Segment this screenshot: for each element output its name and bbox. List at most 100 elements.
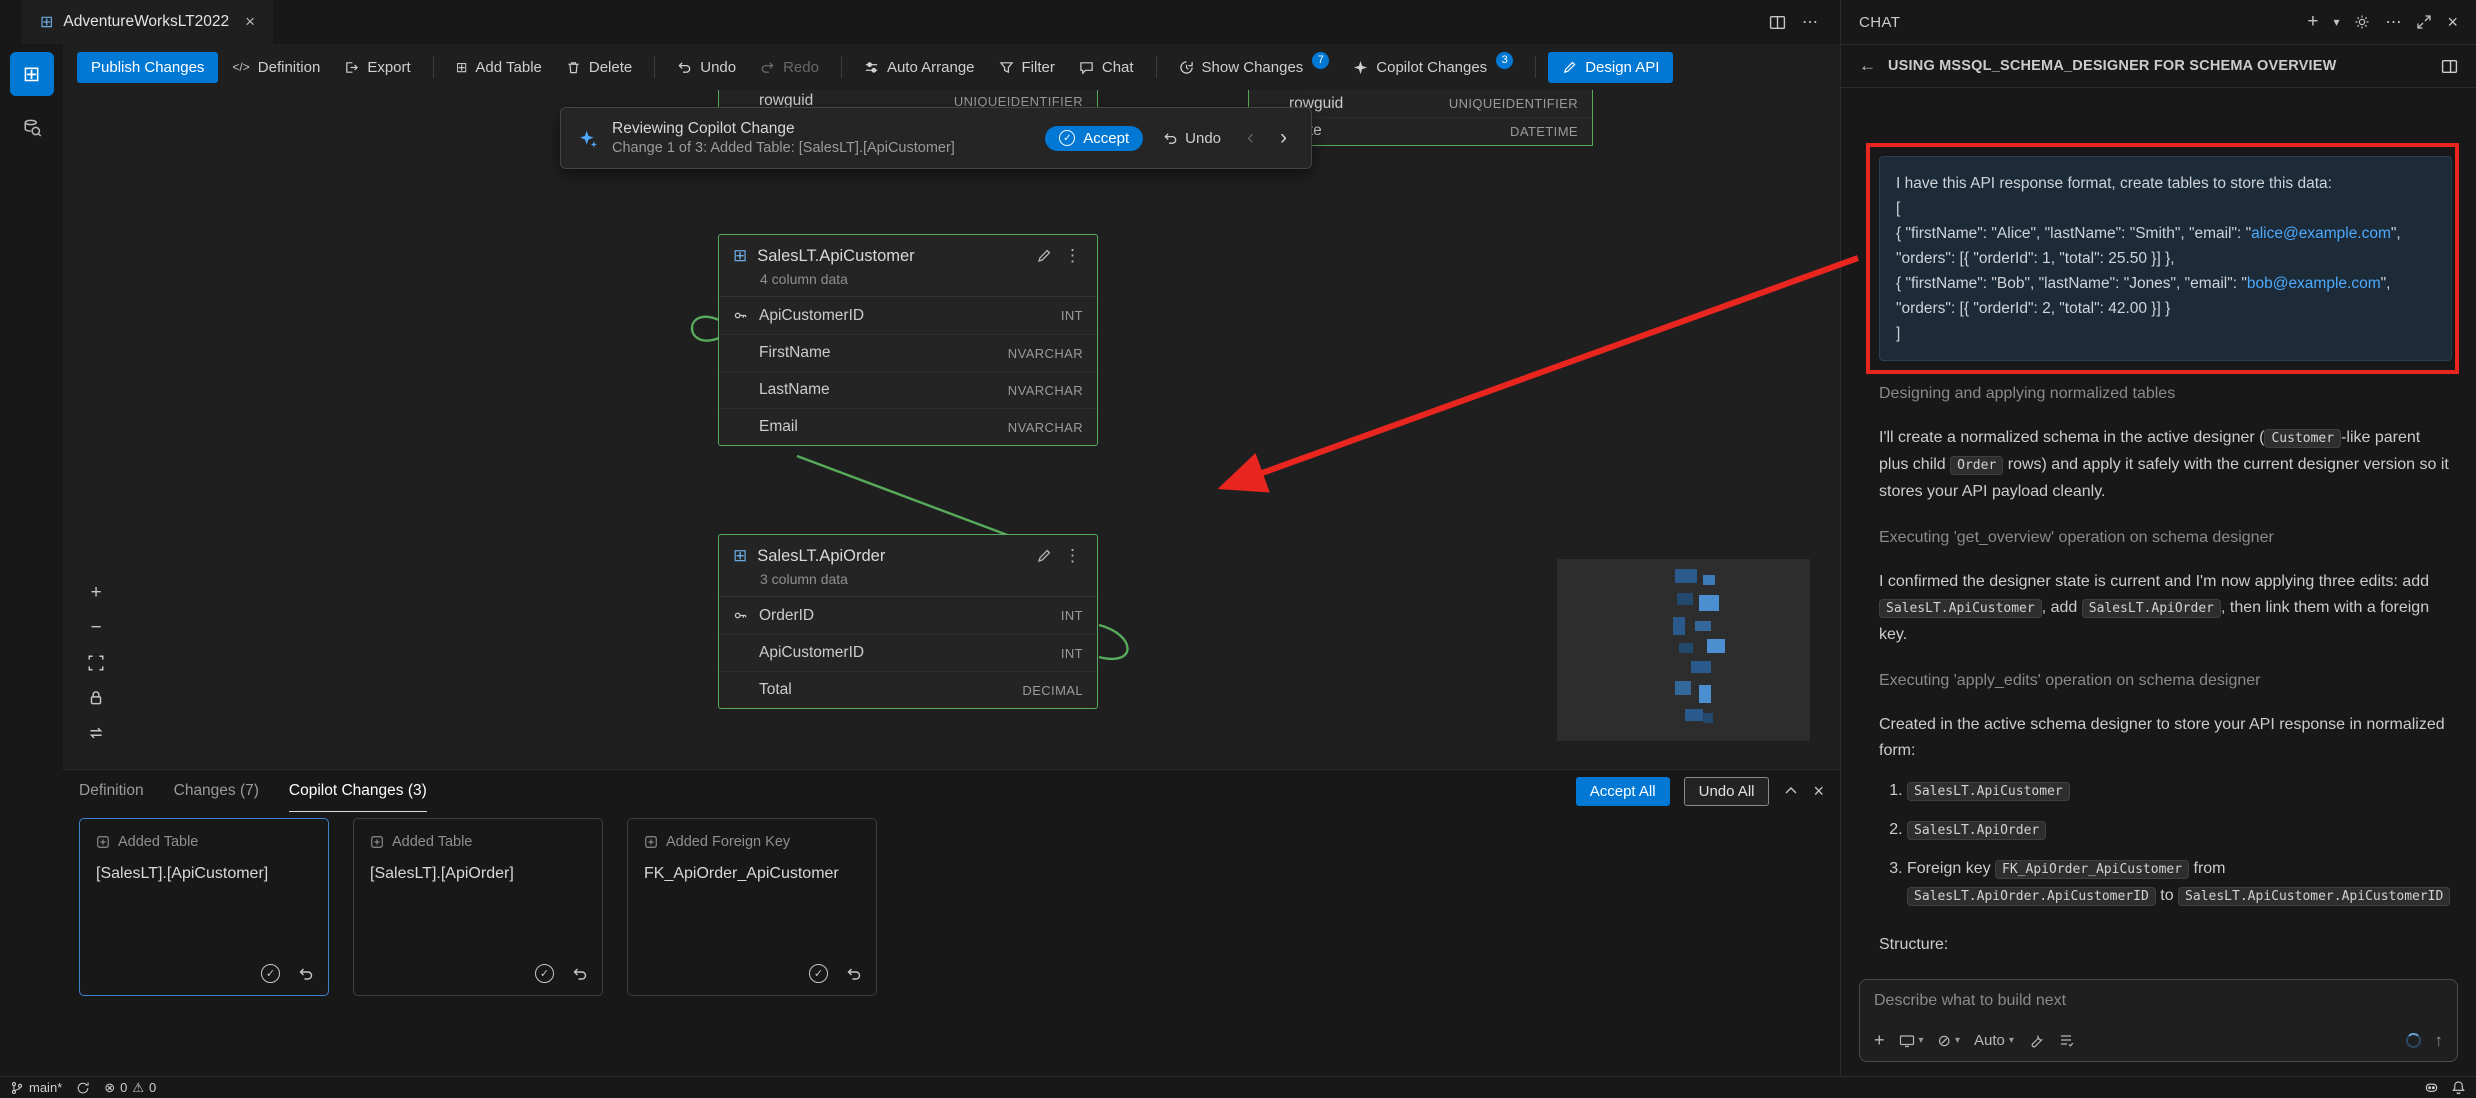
- problems-indicator[interactable]: ⊗ 0 ⚠ 0: [104, 1080, 156, 1096]
- table-row[interactable]: Total DECIMAL: [719, 671, 1097, 708]
- tab-definition[interactable]: Definition: [79, 770, 144, 812]
- user-message: I have this API response format, create …: [1879, 156, 2452, 361]
- send-icon[interactable]: ↑: [2435, 1031, 2444, 1051]
- table-card-apiorder[interactable]: ⊞ SalesLT.ApiOrder ⋮ 3 column data: [718, 534, 1098, 709]
- copilot-change-card[interactable]: Added Table [SalesLT].[ApiOrder] ✓: [353, 818, 603, 996]
- schema-designer-icon[interactable]: ⊞: [10, 52, 54, 96]
- filter-button[interactable]: Filter: [989, 53, 1065, 82]
- edit-table-icon[interactable]: [1036, 248, 1052, 264]
- designer-file-icon: ⊞: [40, 12, 53, 32]
- table-row[interactable]: FirstName NVARCHAR: [719, 334, 1097, 371]
- table-subtitle: 4 column data: [760, 271, 1083, 287]
- message-line: { "firstName": "Alice", "lastName": "Smi…: [1896, 221, 2435, 271]
- copilot-changes-button[interactable]: Copilot Changes 3: [1343, 53, 1523, 82]
- chat-transcript[interactable]: I have this API response format, create …: [1841, 88, 2476, 969]
- zoom-in-icon[interactable]: +: [85, 582, 107, 604]
- redo-button[interactable]: Redo: [750, 53, 829, 82]
- accept-button[interactable]: ✓ Accept: [1045, 126, 1143, 151]
- tools-icon[interactable]: [2028, 1033, 2044, 1049]
- errors-icon: ⊗: [104, 1080, 115, 1096]
- added-icon: [370, 835, 384, 849]
- minimap[interactable]: [1557, 559, 1810, 741]
- instructions-icon[interactable]: [2058, 1033, 2074, 1049]
- check-icon: ✓: [1059, 130, 1075, 146]
- show-changes-button[interactable]: Show Changes 7: [1169, 53, 1340, 82]
- delete-button[interactable]: Delete: [556, 53, 642, 82]
- export-icon: [344, 60, 359, 75]
- model-selector[interactable]: Auto ▾: [1974, 1032, 2014, 1049]
- fit-view-icon[interactable]: [85, 652, 107, 674]
- mode-selector[interactable]: ⊘ ▾: [1938, 1031, 1960, 1051]
- table-card-apicustomer[interactable]: ⊞ SalesLT.ApiCustomer ⋮ 4 column data: [718, 234, 1098, 446]
- warnings-icon: ⚠: [132, 1080, 144, 1096]
- chat-input-box[interactable]: + ▾ ⊘ ▾ Auto ▾: [1859, 979, 2458, 1062]
- undo-icon: [677, 60, 692, 75]
- new-chat-icon[interactable]: +: [2307, 11, 2318, 33]
- chat-panel: CHAT + ▾ ⋯ × ← USING MSSQL_SCHEMA_DESIGN…: [1840, 0, 2476, 1076]
- more-actions-icon[interactable]: ⋯: [1802, 12, 1818, 32]
- previous-change-icon[interactable]: ‹: [1241, 126, 1260, 150]
- chat-panel-title: CHAT: [1859, 14, 1900, 31]
- publish-changes-button[interactable]: Publish Changes: [77, 52, 218, 83]
- tab-copilot-changes[interactable]: Copilot Changes (3): [289, 770, 427, 812]
- code-icon: </>: [232, 60, 249, 74]
- review-title: Reviewing Copilot Change: [612, 120, 1031, 138]
- tab-changes[interactable]: Changes (7): [174, 770, 259, 812]
- accept-change-icon[interactable]: ✓: [809, 964, 828, 983]
- next-change-icon[interactable]: ›: [1274, 126, 1293, 150]
- table-menu-icon[interactable]: ⋮: [1062, 546, 1083, 566]
- undo-change-icon[interactable]: [846, 966, 862, 982]
- undo-button[interactable]: Undo: [667, 53, 746, 82]
- table-title: SalesLT.ApiOrder: [757, 547, 1026, 566]
- copilot-changes-badge: 3: [1496, 52, 1513, 69]
- undo-all-button[interactable]: Undo All: [1684, 777, 1770, 806]
- add-context-icon[interactable]: +: [1874, 1030, 1885, 1051]
- lock-icon[interactable]: [85, 687, 107, 709]
- table-row[interactable]: LastName NVARCHAR: [719, 371, 1097, 408]
- table-row[interactable]: Email NVARCHAR: [719, 408, 1097, 445]
- maximize-icon[interactable]: [2416, 14, 2432, 30]
- accept-change-icon[interactable]: ✓: [535, 964, 554, 983]
- chat-input[interactable]: [1874, 992, 2443, 1010]
- bell-icon[interactable]: [2451, 1080, 2466, 1095]
- sync-icon[interactable]: [76, 1081, 90, 1095]
- add-table-button[interactable]: ⊞Add Table: [446, 53, 552, 82]
- gear-icon[interactable]: [2354, 14, 2370, 30]
- design-api-button[interactable]: Design API: [1548, 52, 1673, 83]
- collapse-panel-icon[interactable]: [1783, 783, 1799, 799]
- table-row[interactable]: ApiCustomerID INT: [719, 634, 1097, 671]
- auto-layout-icon[interactable]: [85, 722, 107, 744]
- copilot-status-icon[interactable]: [2424, 1080, 2439, 1095]
- chevron-down-icon[interactable]: ▾: [2333, 15, 2339, 29]
- chat-button[interactable]: Chat: [1069, 53, 1144, 82]
- undo-change-icon[interactable]: [572, 966, 588, 982]
- table-row[interactable]: OrderID INT: [719, 597, 1097, 634]
- table-menu-icon[interactable]: ⋮: [1062, 246, 1083, 266]
- close-panel-icon[interactable]: ×: [1813, 781, 1824, 802]
- open-in-editor-icon[interactable]: [2441, 58, 2458, 75]
- zoom-out-icon[interactable]: −: [85, 617, 107, 639]
- close-chat-icon[interactable]: ×: [2447, 12, 2458, 33]
- screen-context-selector[interactable]: ▾: [1899, 1033, 1924, 1049]
- accept-change-icon[interactable]: ✓: [261, 964, 280, 983]
- database-search-icon[interactable]: [10, 106, 54, 150]
- undo-change-button[interactable]: Undo: [1157, 126, 1227, 151]
- definition-button[interactable]: </>Definition: [222, 53, 330, 82]
- edit-table-icon[interactable]: [1036, 548, 1052, 564]
- auto-arrange-button[interactable]: Auto Arrange: [854, 53, 985, 82]
- copilot-change-card[interactable]: Added Foreign Key FK_ApiOrder_ApiCustome…: [627, 818, 877, 996]
- schema-canvas[interactable]: rowguid UNIQUEIDENTIFIER rowguid UNIQUEI…: [63, 90, 1840, 769]
- export-button[interactable]: Export: [334, 53, 420, 82]
- more-actions-icon[interactable]: ⋯: [2385, 12, 2401, 32]
- list-item: SalesLT.ApiCustomer: [1907, 778, 2452, 805]
- undo-change-icon[interactable]: [298, 966, 314, 982]
- branch-indicator[interactable]: main*: [10, 1080, 62, 1095]
- back-icon[interactable]: ←: [1859, 56, 1876, 76]
- copilot-change-card[interactable]: Added Table [SalesLT].[ApiCustomer] ✓: [79, 818, 329, 996]
- tab-adventureworks[interactable]: ⊞ AdventureWorksLT2022 ×: [22, 0, 273, 44]
- table-row[interactable]: ApiCustomerID INT: [719, 297, 1097, 334]
- split-editor-icon[interactable]: [1769, 14, 1786, 31]
- progress-message: Executing 'apply_edits' operation on sch…: [1879, 672, 2452, 690]
- accept-all-button[interactable]: Accept All: [1576, 777, 1670, 806]
- close-tab-icon[interactable]: ×: [245, 12, 255, 32]
